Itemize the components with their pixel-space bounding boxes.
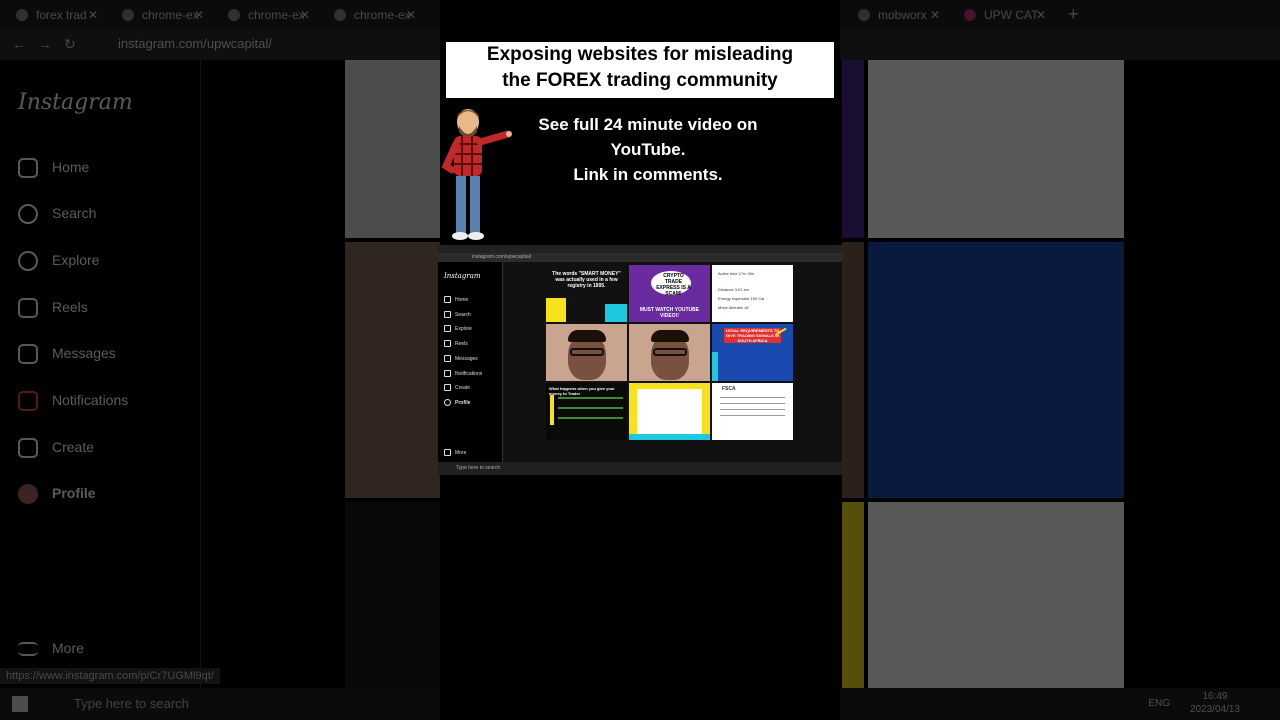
feed-post-tile[interactable]: [842, 60, 864, 238]
tab-favicon-icon: [964, 9, 976, 21]
avatar: [18, 484, 38, 505]
mini-nav-item: Reels: [444, 340, 468, 347]
feed-post-fitness-stats: Active time 17m 30s Distance 3.01 km Ene…: [712, 265, 793, 322]
mini-nav-item: Search: [444, 311, 471, 318]
feed-post-tile[interactable]: [868, 502, 1124, 688]
nav-explore[interactable]: Explore: [18, 248, 99, 272]
feed-post-fsca: FSCA: [712, 383, 793, 440]
nav-profile[interactable]: Profile: [18, 481, 96, 505]
mini-nav-item: More: [444, 449, 466, 456]
feed-post-tile[interactable]: [842, 242, 864, 498]
browser-tab[interactable]: chrome-ex ✕: [216, 4, 316, 26]
forward-icon[interactable]: →: [38, 36, 52, 52]
mini-nav-item: Notifications: [444, 370, 482, 377]
mini-taskbar: Type here to search: [438, 462, 842, 475]
overlay-subtitle: See full 24 minute video on YouTube. Lin…: [538, 115, 758, 184]
reload-icon[interactable]: ↻: [64, 36, 76, 53]
heart-icon: [18, 391, 38, 412]
menu-icon: [18, 642, 38, 657]
feed-post-tile[interactable]: [868, 60, 1124, 238]
language-indicator[interactable]: ENG: [1148, 698, 1170, 709]
home-icon: [18, 158, 38, 179]
feed-post-smart-money: The words "SMART MONEY" was actually use…: [546, 265, 627, 322]
feed-post-tile[interactable]: [842, 502, 864, 688]
feed-post-notice: [629, 383, 710, 440]
reels-icon: [18, 298, 38, 319]
pointing-character-illustration: [442, 109, 512, 240]
url-field[interactable]: instagram.com/upwcapital/: [118, 36, 272, 51]
nav-create[interactable]: Create: [18, 435, 94, 459]
feed-post-tile[interactable]: [868, 242, 1124, 498]
feed-post-video: [546, 324, 627, 381]
instagram-logo: Instagram: [18, 90, 133, 115]
feed-post-video: [629, 324, 710, 381]
nav-notifications[interactable]: Notifications: [18, 388, 128, 412]
mini-nav-item: Profile: [444, 399, 471, 406]
browser-tab[interactable]: UPW CAT ✕: [952, 4, 1052, 26]
close-icon[interactable]: ✕: [300, 4, 310, 26]
messenger-icon: [18, 344, 38, 365]
taskbar-clock[interactable]: 16:49 2023/04/13: [1190, 690, 1240, 716]
embedded-screenshot: instagram.com/upwcapital/ Instagram Home…: [438, 245, 842, 475]
tab-favicon-icon: [16, 9, 28, 21]
close-icon[interactable]: ✕: [930, 4, 940, 26]
nav-reels[interactable]: Reels: [18, 295, 88, 319]
new-tab-icon[interactable]: +: [1068, 4, 1079, 25]
feed-post-legal-requirements: LEGAL REQUIREMENTS TO GIVE TRADING SIGNA…: [712, 324, 793, 381]
mini-instagram-sidebar: Instagram Home Search Explore Reels Mess…: [438, 262, 503, 462]
nav-search[interactable]: Search: [18, 201, 96, 225]
mini-nav-item: Explore: [444, 325, 472, 332]
compass-icon: [18, 251, 38, 272]
browser-tab[interactable]: chrome-ex ✕: [110, 4, 210, 26]
nav-messages[interactable]: Messages: [18, 341, 116, 365]
browser-tab[interactable]: mobworx ✕: [846, 4, 946, 26]
feed-post-tile[interactable]: [345, 60, 440, 238]
close-icon[interactable]: ✕: [1036, 4, 1046, 26]
overlay-title: Exposing websites for misleading the FOR…: [446, 42, 834, 98]
close-icon[interactable]: ✕: [88, 4, 98, 26]
back-icon[interactable]: ←: [12, 36, 26, 52]
windows-start-icon[interactable]: [12, 696, 28, 712]
tab-favicon-icon: [228, 9, 240, 21]
nav-more[interactable]: More: [18, 636, 84, 660]
tab-favicon-icon: [858, 9, 870, 21]
instagram-sidebar: Instagram Home Search Explore Reels Mess…: [0, 60, 201, 688]
plus-square-icon: [18, 438, 38, 459]
status-url: https://www.instagram.com/p/Cr7UGMl9qt/: [0, 668, 220, 684]
browser-tab[interactable]: chrome-ex ✕: [322, 4, 422, 26]
mini-address-bar: instagram.com/upwcapital/: [438, 253, 842, 262]
tab-favicon-icon: [122, 9, 134, 21]
mini-nav-item: Create: [444, 384, 470, 391]
browser-tab[interactable]: forex trad ✕: [4, 4, 104, 26]
tab-favicon-icon: [334, 9, 346, 21]
mini-nav-item: Messages: [444, 355, 478, 362]
close-icon[interactable]: ✕: [194, 4, 204, 26]
taskbar-search[interactable]: Type here to search: [48, 692, 318, 716]
feed-post-what-happens: What happens when you give your money to…: [546, 383, 627, 440]
mini-tab-bar: [438, 245, 842, 253]
close-icon[interactable]: ✕: [406, 4, 416, 26]
feed-post-crypto-scam: CRYPTO TRADE EXPRESS IS A SCAM! MUST WAT…: [629, 265, 710, 322]
mini-nav-item: Home: [444, 296, 468, 303]
nav-home[interactable]: Home: [18, 155, 89, 179]
search-icon: [18, 204, 38, 225]
feed-post-tile[interactable]: [345, 242, 440, 498]
feed-post-tile[interactable]: [345, 502, 440, 688]
